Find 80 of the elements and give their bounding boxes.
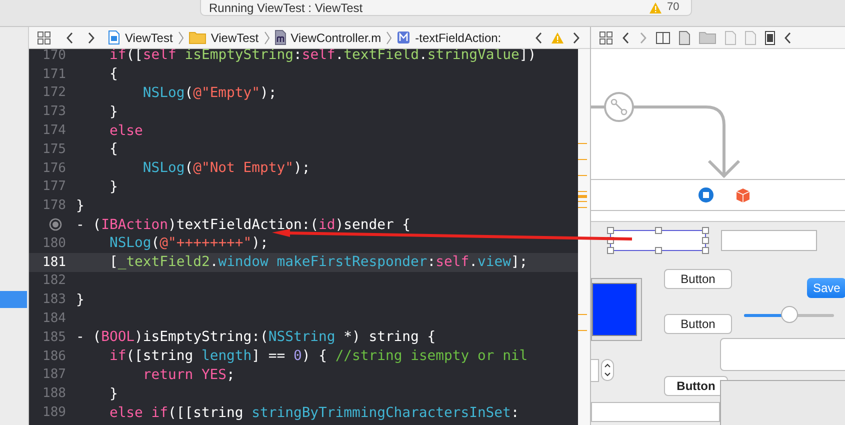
- code-line: NSLog(@"Empty");: [142, 84, 277, 101]
- action-connection-icon[interactable]: [49, 218, 62, 232]
- forward-icon[interactable]: [87, 32, 95, 44]
- line-number: 172: [42, 85, 66, 100]
- code-line: [_textField2.window makeFirstResponder:self.view];: [108, 254, 528, 270]
- code-line: {: [108, 141, 118, 158]
- line-number: 170: [42, 49, 66, 63]
- grid-icon[interactable]: [599, 30, 613, 44]
- line-number: 177: [42, 179, 66, 194]
- line-number: 186: [42, 348, 66, 364]
- back-icon[interactable]: [622, 32, 630, 44]
- line-number: 178: [42, 198, 66, 214]
- chevron-icon: [386, 30, 392, 44]
- breadcrumb-item[interactable]: ViewController.m: [290, 30, 382, 44]
- text-field[interactable]: [591, 359, 599, 382]
- line-number: 189: [42, 405, 66, 420]
- code-line: NSLog(@"Not Empty");: [142, 160, 310, 176]
- code-line: if([self isEmptyString:self.textField.stringValue]): [108, 49, 536, 64]
- line-number: 185: [42, 330, 66, 345]
- file-icon: [679, 30, 690, 44]
- text-field[interactable]: [610, 230, 706, 251]
- code-line: }: [108, 178, 118, 195]
- line-number: 176: [42, 160, 66, 176]
- breadcrumb-item[interactable]: -textFieldAction:: [415, 30, 502, 44]
- line-number: 188: [42, 386, 66, 402]
- view-controller-icon[interactable]: [698, 187, 714, 203]
- color-well[interactable]: [591, 278, 642, 341]
- activity-text: Running ViewTest : ViewTest: [209, 0, 363, 14]
- code-line: return YES;: [142, 366, 235, 383]
- previous-issue-icon[interactable]: [535, 32, 543, 44]
- line-number: 180: [42, 236, 66, 251]
- line-number: 173: [42, 104, 66, 120]
- folder-icon: [188, 31, 206, 44]
- breadcrumb-item[interactable]: ViewTest: [125, 30, 173, 44]
- method-icon: [397, 31, 410, 44]
- folder-icon: [699, 31, 716, 44]
- line-number: 184: [42, 311, 66, 326]
- line-number: 187: [42, 367, 66, 382]
- split-view-icon[interactable]: [656, 32, 670, 44]
- grid-icon[interactable]: [37, 30, 51, 44]
- line-number: 171: [42, 66, 66, 82]
- code-line: }: [76, 198, 84, 214]
- file-icon: [725, 30, 736, 44]
- next-issue-icon[interactable]: [572, 32, 580, 44]
- code-line: NSLog(@"++++++++");: [108, 235, 268, 252]
- file-icon: [274, 30, 286, 45]
- file-icon: [745, 30, 756, 44]
- line-number: 175: [42, 142, 66, 157]
- cube-icon[interactable]: [736, 188, 750, 202]
- slider[interactable]: [744, 307, 834, 324]
- project-file-icon: [108, 30, 120, 45]
- breadcrumb-item[interactable]: ViewTest: [210, 30, 259, 44]
- code-line: }: [108, 386, 118, 402]
- line-number: 181: [42, 254, 66, 270]
- push-button[interactable]: Button: [664, 376, 728, 396]
- chevron-icon: [178, 30, 184, 44]
- line-number: 174: [42, 123, 66, 138]
- chevron-icon: [264, 30, 270, 44]
- code-line: {: [108, 66, 118, 82]
- push-button[interactable]: Button: [664, 269, 732, 289]
- warning-count: 70: [667, 1, 680, 13]
- code-line: else: [108, 122, 143, 139]
- push-button[interactable]: Button: [664, 314, 732, 334]
- code-line: - (BOOL)isEmptyString:(NSString *) string {: [76, 329, 436, 346]
- navigator-row-highlight: [0, 291, 27, 308]
- line-number: 182: [42, 273, 66, 288]
- back-icon[interactable]: [784, 32, 792, 44]
- code-line: }: [76, 292, 84, 308]
- line-number: 183: [42, 292, 66, 308]
- text-field[interactable]: [591, 402, 720, 422]
- stepper[interactable]: [601, 359, 614, 381]
- back-icon[interactable]: [66, 32, 74, 44]
- storyboard-icon: [765, 30, 775, 44]
- code-line: if([string length] == 0) { //string isempty or nil: [108, 348, 528, 364]
- code-line: else if([[string stringByTrimmingCharactersInSet:: [108, 404, 520, 421]
- code-editor[interactable]: [29, 49, 578, 425]
- code-line: }: [108, 104, 118, 120]
- text-field[interactable]: [721, 230, 817, 251]
- code-line: - (IBAction)textFieldAction:(id)sender {: [76, 216, 411, 233]
- text-field[interactable]: [720, 338, 845, 371]
